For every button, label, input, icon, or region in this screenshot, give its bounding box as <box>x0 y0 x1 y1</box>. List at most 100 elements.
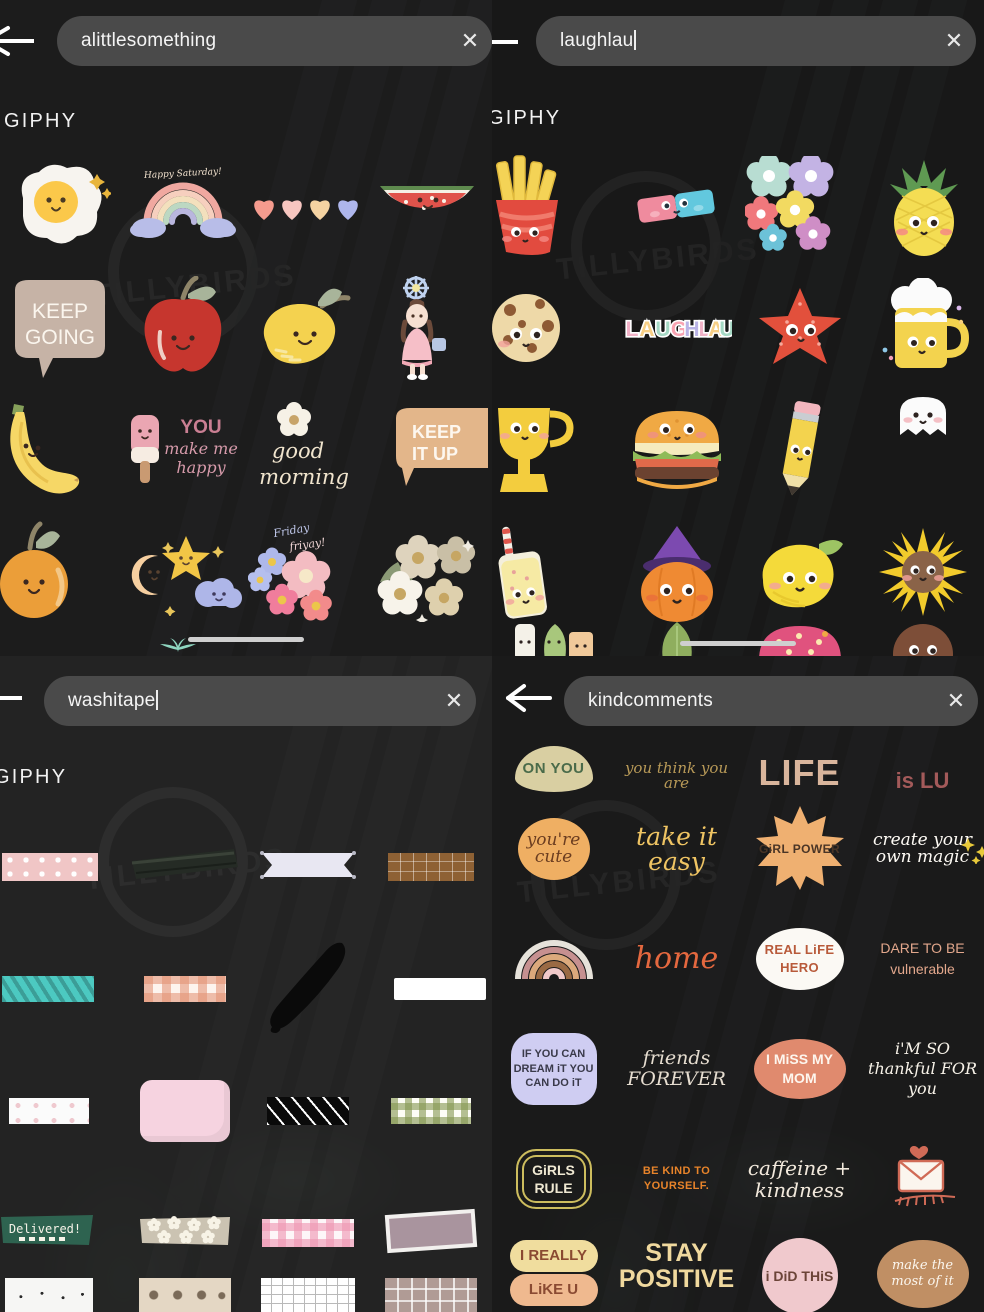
brown-grid-tape-sticker[interactable] <box>387 853 474 881</box>
halloween-pumpkin-sticker[interactable] <box>615 511 738 633</box>
sticker-cell[interactable] <box>492 267 615 389</box>
sticker-cell[interactable]: KEEP IT UP <box>366 389 492 511</box>
rainbow-happy-saturday-sticker[interactable]: Happy Saturday! <box>121 145 245 267</box>
sticker-cell[interactable] <box>121 511 245 633</box>
sticker-cell[interactable] <box>246 928 369 1050</box>
eraser-sticker[interactable] <box>615 145 738 267</box>
sticker-cell[interactable]: good morning <box>245 389 366 511</box>
sticker-cell[interactable]: Delivered! <box>0 1172 123 1294</box>
sticker-cell[interactable] <box>123 928 246 1050</box>
sticker-cell[interactable] <box>738 511 861 633</box>
pastel-flowers-sticker[interactable] <box>738 145 861 267</box>
sticker-cell[interactable] <box>369 1050 492 1172</box>
sticker-cell[interactable]: L A U G H L A U <box>615 267 738 389</box>
sticker-cell[interactable] <box>123 806 246 928</box>
take-it-easy-sticker[interactable]: take it easy <box>615 824 738 874</box>
teal-striped-tape-sticker[interactable] <box>1 976 94 1002</box>
clear-x-icon[interactable]: ✕ <box>934 690 978 712</box>
chocolate-chip-cookie-sticker[interactable] <box>492 267 615 389</box>
sketch-doodle-tape-sticker[interactable] <box>4 1278 93 1312</box>
sticker-cell[interactable]: home <box>615 904 738 1014</box>
sticker-cell[interactable] <box>0 511 121 633</box>
sticker-cell[interactable] <box>0 928 123 1050</box>
pineapple-sticker[interactable] <box>861 145 984 267</box>
sticker-cell[interactable] <box>121 267 245 389</box>
sticker-cell[interactable]: STAY POSITIVE <box>615 1234 738 1312</box>
lemon-sticker[interactable] <box>738 511 861 633</box>
sticker-cell[interactable] <box>0 145 121 267</box>
back-arrow-icon[interactable] <box>502 678 554 718</box>
clear-x-icon[interactable]: ✕ <box>448 30 492 52</box>
i-really-like-u-sticker[interactable]: I REALLY LiKE U <box>509 1240 598 1306</box>
sticker-cell[interactable] <box>615 145 738 267</box>
beige-stamp-tape-sticker[interactable] <box>138 1278 231 1312</box>
keep-going-speech-bubble-sticker[interactable]: KEEP GOING <box>0 267 121 389</box>
im-so-thankful-for-you-sticker[interactable]: i'M SO thankful FOR you <box>861 1039 984 1099</box>
sticker-cell[interactable] <box>246 806 369 928</box>
home-script-sticker[interactable]: home <box>635 943 719 975</box>
starfish-sticker[interactable] <box>738 267 861 389</box>
sticker-cell[interactable]: GiRL POWER <box>738 794 861 904</box>
white-grid-tape-sticker[interactable] <box>260 1278 355 1312</box>
clear-x-icon[interactable]: ✕ <box>432 690 476 712</box>
real-life-hero-oval-sticker[interactable]: REAL LiFE HERO <box>755 928 844 990</box>
sticker-cell[interactable] <box>861 511 984 633</box>
black-diagonal-tape-sticker[interactable] <box>266 1097 349 1125</box>
sticker-cell[interactable]: is LU <box>861 740 984 792</box>
dare-to-be-vulnerable-sticker[interactable]: DARE TO BE vulnerable <box>861 938 984 980</box>
search-bar[interactable]: laughlau ✕ <box>536 16 976 66</box>
sticker-cell[interactable] <box>369 806 492 928</box>
search-input[interactable]: alittlesomething <box>57 30 448 52</box>
fried-egg-sticker[interactable] <box>0 145 121 267</box>
sticker-cell[interactable]: DARE TO BE vulnerable <box>861 904 984 1014</box>
if-you-can-dream-it-sticker[interactable]: IF YOU CAN DREAM iT YOU CAN DO iT <box>510 1033 597 1105</box>
green-gingham-tape-sticker[interactable] <box>390 1098 471 1124</box>
french-fries-sticker[interactable] <box>492 145 615 267</box>
sticker-cell[interactable]: LIFE <box>738 740 861 792</box>
moon-star-cloud-sticker[interactable] <box>121 511 245 633</box>
search-bar[interactable]: washitape ✕ <box>44 676 476 726</box>
pink-gingham-tape-sticker[interactable] <box>261 1219 354 1247</box>
friends-forever-sticker[interactable]: friends FOREVER <box>615 1048 738 1090</box>
white-flowers-bouquet-sticker[interactable] <box>366 511 492 633</box>
delivered-green-tape-sticker[interactable]: Delivered! <box>0 1211 97 1256</box>
peach-gingham-tape-sticker[interactable] <box>143 976 226 1002</box>
back-arrow-icon[interactable] <box>0 18 34 64</box>
sticker-cell[interactable] <box>861 389 984 511</box>
girl-power-star-sticker[interactable]: GiRL POWER <box>752 804 848 895</box>
sticker-cell[interactable]: take it easy <box>615 794 738 904</box>
popsicle-you-make-me-happy-sticker[interactable]: YOU make me happy <box>121 389 245 511</box>
be-kind-to-yourself-sticker[interactable]: BE KIND TO YOURSELF. <box>615 1164 738 1194</box>
sticker-cell[interactable] <box>738 267 861 389</box>
friday-friyay-flowers-sticker[interactable]: Friday friyay! <box>245 511 366 633</box>
lemon-sticker[interactable] <box>245 267 366 389</box>
back-arrow-icon[interactable] <box>492 22 518 62</box>
make-the-most-of-it-sticker[interactable]: make the most of it <box>876 1240 969 1308</box>
pink-sticky-note-sticker[interactable] <box>139 1080 230 1142</box>
trophy-sticker[interactable] <box>492 389 615 511</box>
sticker-cell[interactable]: I REALLY LiKE U <box>492 1234 615 1312</box>
sunflower-sticker[interactable] <box>861 511 984 633</box>
white-dotted-tape-sticker[interactable] <box>8 1098 89 1124</box>
sticker-cell[interactable]: KEEP GOING <box>0 267 121 389</box>
sticker-cell[interactable] <box>245 267 366 389</box>
on-you-badge-sticker[interactable]: ON YOU <box>514 746 593 792</box>
sticker-cell[interactable] <box>615 389 738 511</box>
red-apple-sticker[interactable] <box>121 267 245 389</box>
white-banner-tape-sticker[interactable] <box>258 845 358 890</box>
sticker-cell[interactable]: caffeine + kindness <box>738 1124 861 1234</box>
sticker-cell[interactable]: Happy Saturday! <box>121 145 245 267</box>
sticker-cell[interactable] <box>492 904 615 1014</box>
sticker-cell[interactable] <box>366 267 492 389</box>
sticker-cell[interactable]: you're cute <box>492 794 615 904</box>
sticker-cell[interactable]: REAL LiFE HERO <box>738 904 861 1014</box>
sticker-cell[interactable] <box>123 1050 246 1172</box>
create-your-own-magic-sticker[interactable]: create your own magic <box>861 831 984 867</box>
boho-rainbow-sticker[interactable] <box>512 933 596 986</box>
search-bar[interactable]: alittlesomething ✕ <box>57 16 492 66</box>
mauve-framed-label-sticker[interactable] <box>384 1208 478 1259</box>
caffeine-and-kindness-sticker[interactable]: caffeine + kindness <box>738 1157 861 1201</box>
sticker-cell[interactable]: friends FOREVER <box>615 1014 738 1124</box>
sticker-cell[interactable] <box>615 511 738 633</box>
sticker-cell[interactable] <box>738 389 861 511</box>
